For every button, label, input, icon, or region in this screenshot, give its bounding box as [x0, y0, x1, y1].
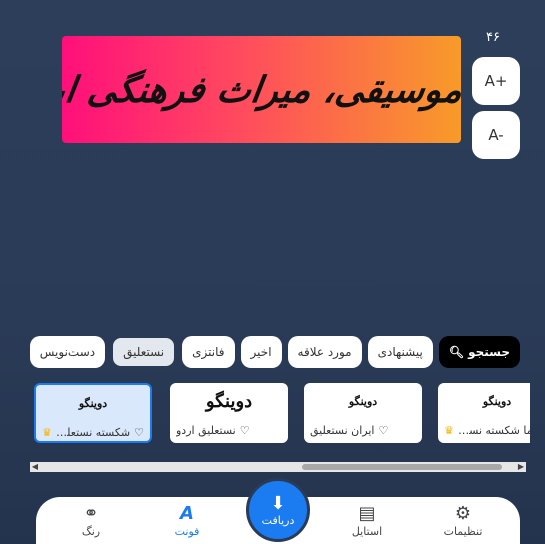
search-chip[interactable]: 🔍︎ جستجو: [438, 336, 520, 368]
font-card-selected[interactable]: دوینگو ♡ شکسته نستعلیق ♛: [34, 383, 152, 443]
chip-suggested[interactable]: پیشنهادی: [367, 336, 433, 368]
palette-icon: ⚭: [83, 503, 99, 524]
nav-style[interactable]: ▤ استایل: [332, 503, 402, 538]
decrease-size-button[interactable]: A-: [472, 111, 520, 159]
font-list: دوینگو ♡ یما شکسته نستعلیق ♛ دوینگو ♡ ای…: [34, 383, 530, 445]
favorite-icon[interactable]: ♡: [378, 424, 388, 437]
search-chip-label: جستجو: [468, 345, 510, 359]
nav-style-label: استایل: [351, 525, 383, 538]
font-preview: دوینگو: [348, 394, 378, 408]
font-preview: دوینگو: [78, 396, 108, 410]
font-preview: دوینگو: [205, 390, 253, 412]
font-card[interactable]: دوینگو ♡ ایران نستعلیق: [304, 383, 422, 443]
download-button[interactable]: ⬇ دریافت: [246, 478, 310, 542]
font-name: نستعلیق اردو: [176, 423, 236, 437]
font-icon: A: [180, 503, 194, 524]
nav-color[interactable]: ⚭ رنگ: [56, 503, 126, 538]
crown-icon: ♛: [42, 425, 52, 439]
font-name: ایران نستعلیق: [310, 423, 375, 437]
font-card[interactable]: دوینگو ♡ یما شکسته نستعلیق ♛: [438, 383, 530, 443]
chip-recent[interactable]: اخیر: [240, 336, 282, 368]
nav-settings[interactable]: ⚙ تنظیمات: [428, 503, 498, 538]
nav-font[interactable]: A فونت: [152, 503, 222, 538]
increase-size-button[interactable]: A+: [472, 57, 520, 105]
chip-handwritten[interactable]: دست‌نویس: [29, 336, 106, 368]
download-icon: ⬇: [270, 492, 286, 514]
font-preview: دوینگو: [482, 394, 512, 408]
font-size-readout: ۴۶: [486, 30, 500, 45]
scrollbar-thumb[interactable]: [302, 464, 502, 470]
text-preview-banner: هنر موسیقی، میراث فرهنگی ایران: [62, 36, 461, 143]
font-name: یما شکسته نستعلیق: [458, 423, 530, 437]
chip-nastaliq[interactable]: نستعلیق: [111, 336, 177, 368]
favorite-icon[interactable]: ♡: [240, 424, 250, 437]
font-list-scrollbar[interactable]: ◀ ▶: [30, 462, 526, 472]
font-card[interactable]: دوینگو ♡ نستعلیق اردو: [170, 383, 288, 443]
nav-color-label: رنگ: [81, 525, 101, 538]
filter-chips: 🔍︎ جستجو پیشنهادی مورد علاقه اخیر فانتزی…: [26, 336, 520, 368]
nav-font-label: فونت: [174, 525, 200, 538]
favorite-icon[interactable]: ♡: [134, 426, 144, 439]
download-label: دریافت: [261, 513, 295, 527]
font-name: شکسته نستعلیق: [55, 425, 131, 439]
search-icon: 🔍︎: [448, 345, 465, 359]
gear-icon: ⚙: [454, 503, 472, 524]
crown-icon: ♛: [444, 423, 454, 437]
chip-fantasy[interactable]: فانتزی: [182, 336, 235, 368]
scroll-left-icon[interactable]: ◀: [30, 462, 40, 472]
scroll-right-icon[interactable]: ▶: [516, 462, 526, 472]
nav-settings-label: تنظیمات: [443, 525, 483, 538]
style-icon: ▤: [358, 503, 376, 524]
preview-text: هنر موسیقی، میراث فرهنگی ایران: [62, 68, 461, 111]
chip-favorites[interactable]: مورد علاقه: [287, 336, 362, 368]
